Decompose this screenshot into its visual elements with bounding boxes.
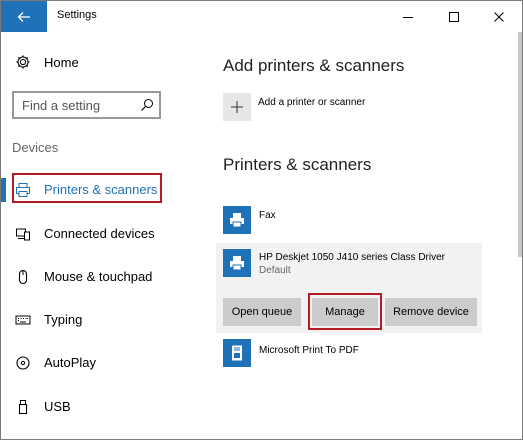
printer-status: Default	[259, 265, 291, 276]
pdf-document-icon	[223, 339, 251, 367]
sidebar: Home Devices Printers & scanners	[1, 32, 201, 439]
sidebar-item-usb[interactable]: USB	[1, 391, 201, 423]
sidebar-item-label: AutoPlay	[44, 355, 97, 370]
sidebar-item-connected-devices[interactable]: Connected devices	[1, 218, 201, 250]
back-button[interactable]	[1, 1, 47, 32]
printer-name: Microsoft Print To PDF	[259, 345, 359, 356]
sidebar-item-label: Mouse & touchpad	[44, 269, 153, 284]
search-input[interactable]	[22, 97, 137, 113]
printer-name: Fax	[259, 210, 276, 221]
printer-icon	[223, 206, 251, 234]
sidebar-item-label: USB	[44, 399, 71, 414]
minimize-button[interactable]	[385, 1, 431, 32]
usb-icon	[15, 399, 31, 415]
remove-device-button[interactable]: Remove device	[385, 298, 477, 326]
printer-icon	[223, 249, 251, 277]
search-icon[interactable]	[140, 98, 154, 112]
search-box[interactable]	[12, 91, 161, 119]
gear-icon	[15, 54, 31, 70]
printer-item-hp-deskjet[interactable]: HP Deskjet 1050 J410 series Class Driver…	[223, 249, 483, 281]
sidebar-item-mouse-touchpad[interactable]: Mouse & touchpad	[1, 261, 201, 293]
printer-item-fax[interactable]: Fax	[223, 206, 483, 236]
printer-item-print-to-pdf[interactable]: Microsoft Print To PDF	[223, 339, 483, 369]
maximize-button[interactable]	[431, 1, 477, 32]
window-title: Settings	[57, 9, 97, 21]
scrollbar[interactable]	[518, 32, 522, 257]
heading-printers-scanners: Printers & scanners	[223, 155, 372, 174]
main-content: Add printers & scanners Add a printer or…	[201, 32, 522, 439]
heading-add-printers: Add printers & scanners	[223, 56, 405, 75]
printer-name: HP Deskjet 1050 J410 series Class Driver	[259, 252, 446, 263]
back-arrow-icon	[17, 11, 30, 22]
plus-icon	[231, 101, 243, 113]
add-printer-button[interactable]	[223, 93, 251, 121]
close-button[interactable]	[476, 1, 522, 32]
sidebar-item-label: Typing	[44, 312, 83, 327]
annotation-highlight-printers	[12, 173, 162, 203]
autoplay-icon	[15, 355, 31, 371]
mouse-icon	[15, 269, 31, 285]
sidebar-item-typing[interactable]: Typing	[1, 304, 201, 336]
title-bar: Settings	[1, 1, 522, 32]
connected-devices-icon	[15, 226, 31, 242]
add-printer-label[interactable]: Add a printer or scanner	[258, 97, 365, 108]
minimize-icon	[403, 16, 413, 18]
open-queue-button[interactable]: Open queue	[223, 298, 301, 326]
sidebar-item-label: Home	[44, 55, 79, 70]
sidebar-item-home[interactable]: Home	[1, 48, 201, 76]
close-icon	[494, 11, 504, 22]
settings-window: Settings Home Find a setting Devices Pri…	[0, 0, 523, 440]
annotation-highlight-manage	[308, 293, 382, 330]
sidebar-item-autoplay[interactable]: AutoPlay	[1, 347, 201, 379]
keyboard-icon	[15, 312, 31, 328]
section-label-devices: Devices	[12, 140, 59, 155]
maximize-icon	[449, 11, 459, 22]
sidebar-item-label: Connected devices	[44, 226, 155, 241]
